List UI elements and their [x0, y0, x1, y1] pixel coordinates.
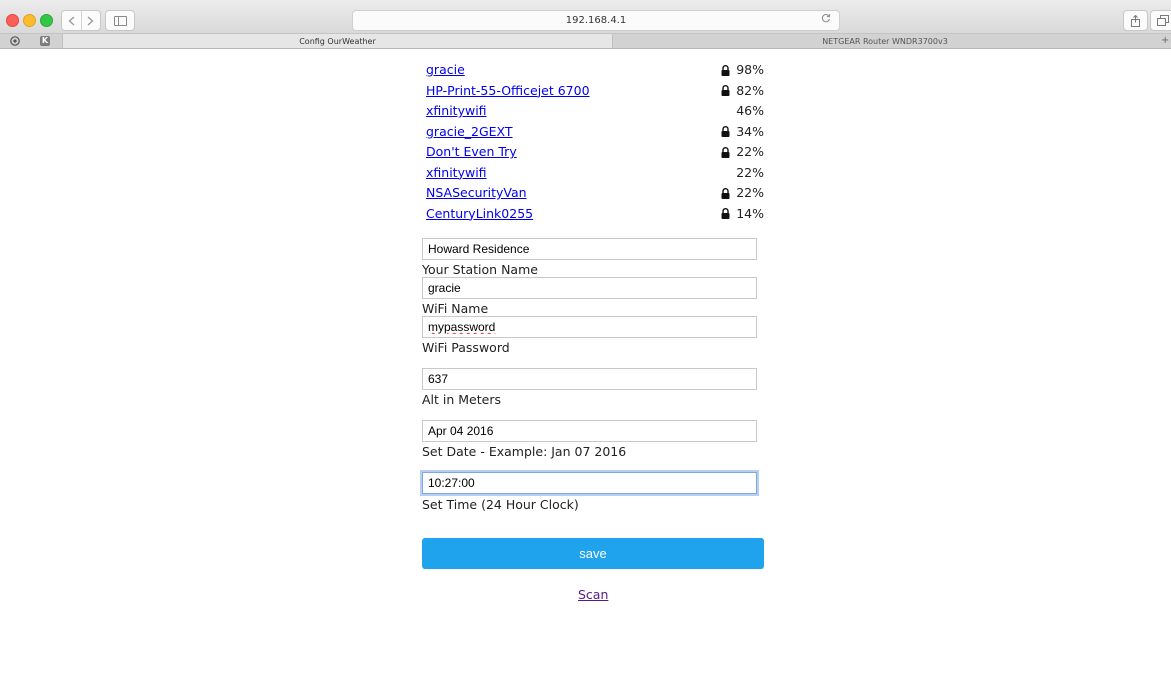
signal-percent: 34%: [736, 123, 764, 139]
signal-percent: 46%: [736, 103, 764, 118]
signal-strength: 82%: [721, 82, 764, 100]
url-text: 192.168.4.1: [565, 15, 627, 26]
time-label: Set Time (24 Hour Clock): [422, 497, 579, 512]
date-label: Set Date - Example: Jan 07 2016: [422, 444, 627, 459]
sidebar-icon: [113, 15, 127, 26]
lock-icon: [721, 146, 730, 158]
address-bar[interactable]: 192.168.4.1: [352, 10, 840, 31]
network-link[interactable]: xfinitywifi: [426, 102, 487, 120]
share-button[interactable]: [1123, 10, 1148, 31]
wifi-network-list: gracie 98% HP-Print-55-Officejet 6700 82…: [426, 61, 766, 225]
pinned-tab-k[interactable]: K: [36, 35, 54, 47]
list-item: xfinitywifi 46%: [426, 102, 766, 123]
tab-overview-icon: [1156, 15, 1169, 26]
share-icon: [1131, 14, 1140, 27]
station-name-input[interactable]: [422, 238, 757, 260]
tab-netgear-router[interactable]: NETGEAR Router WNDR3700v3: [611, 34, 1159, 48]
list-item: HP-Print-55-Officejet 6700 82%: [426, 82, 766, 103]
network-link[interactable]: HP-Print-55-Officejet 6700: [426, 82, 590, 100]
tab-title: NETGEAR Router WNDR3700v3: [822, 36, 948, 46]
lock-icon: [721, 208, 730, 219]
lock-icon: [721, 64, 730, 76]
list-item: NSASecurityVan 22%: [426, 184, 766, 205]
network-link[interactable]: NSASecurityVan: [426, 184, 527, 202]
station-name-label: Your Station Name: [422, 262, 538, 277]
chevron-right-icon: [87, 15, 94, 26]
network-link[interactable]: gracie: [426, 61, 465, 79]
signal-strength: 98%: [721, 61, 764, 79]
list-item: gracie_2GEXT 34%: [426, 123, 766, 144]
wifi-password-label: WiFi Password: [422, 340, 510, 355]
tab-title: Config OurWeather: [299, 36, 376, 46]
signal-percent: 22%: [736, 164, 764, 180]
github-icon: [10, 36, 20, 46]
list-item: CenturyLink0255 14%: [426, 205, 766, 226]
new-tab-button[interactable]: +: [1161, 34, 1169, 48]
signal-strength: 22%: [721, 184, 764, 202]
network-link[interactable]: xfinitywifi: [426, 164, 487, 182]
signal-strength: 46%: [736, 102, 764, 120]
list-item: Don't Even Try 22%: [426, 143, 766, 164]
history-navigation: [61, 10, 101, 31]
lock-icon: [721, 126, 730, 137]
tab-config-ourweather[interactable]: Config OurWeather: [62, 34, 613, 48]
altitude-label: Alt in Meters: [422, 392, 501, 407]
sidebar-toggle-button[interactable]: [105, 10, 135, 31]
signal-percent: 22%: [736, 144, 764, 159]
wifi-name-label: WiFi Name: [422, 301, 489, 316]
signal-strength: 14%: [721, 205, 764, 223]
save-button[interactable]: save: [422, 538, 764, 569]
lock-icon: [721, 85, 730, 96]
scan-link[interactable]: Scan: [578, 587, 608, 602]
signal-percent: 14%: [736, 205, 764, 221]
signal-percent: 98%: [736, 62, 764, 77]
minimize-window-button[interactable]: [23, 14, 36, 27]
signal-strength: 34%: [721, 123, 764, 141]
k-icon: K: [40, 36, 50, 46]
close-window-button[interactable]: [6, 14, 19, 27]
signal-strength: 22%: [721, 143, 764, 161]
lock-icon: [721, 187, 730, 199]
wifi-password-input[interactable]: [422, 316, 757, 338]
pinned-tab-github[interactable]: [6, 35, 24, 47]
list-item: gracie 98%: [426, 61, 766, 82]
signal-strength: 22%: [736, 164, 764, 182]
network-link[interactable]: CenturyLink0255: [426, 205, 533, 223]
signal-percent: 82%: [736, 82, 764, 98]
signal-percent: 22%: [736, 185, 764, 200]
zoom-window-button[interactable]: [40, 14, 53, 27]
list-item: xfinitywifi 22%: [426, 164, 766, 185]
back-button[interactable]: [62, 11, 81, 30]
network-link[interactable]: Don't Even Try: [426, 143, 517, 161]
network-link[interactable]: gracie_2GEXT: [426, 123, 513, 141]
chevron-left-icon: [68, 15, 75, 26]
date-input[interactable]: [422, 420, 757, 442]
browser-toolbar: 192.168.4.1: [0, 0, 1171, 34]
tab-overview-button[interactable]: [1150, 10, 1171, 31]
forward-button[interactable]: [80, 11, 101, 30]
tab-bar: K Config OurWeather NETGEAR Router WNDR3…: [0, 34, 1171, 49]
wifi-name-input[interactable]: [422, 277, 757, 299]
altitude-input[interactable]: [422, 368, 757, 390]
reload-icon[interactable]: [821, 13, 831, 26]
time-input[interactable]: [422, 472, 757, 494]
